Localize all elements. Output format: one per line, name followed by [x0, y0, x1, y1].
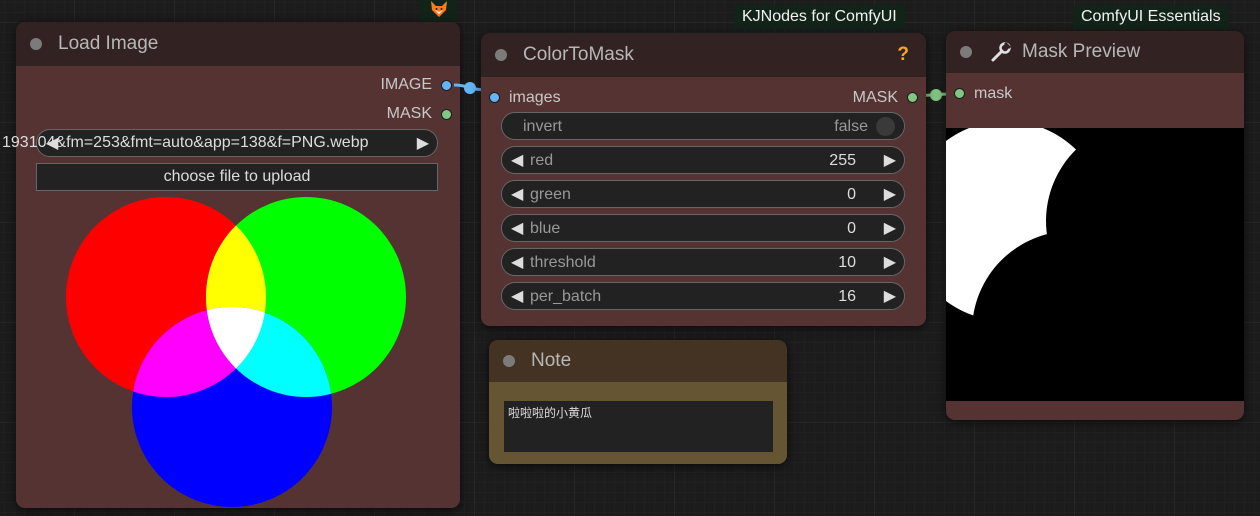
- color-to-mask-title: ColorToMask: [523, 44, 634, 65]
- green-value: 0: [847, 186, 856, 203]
- image-file-value: 193104&fm=253&fmt=auto&app=138&f=PNG.web…: [2, 134, 369, 151]
- wrench-icon: [991, 41, 1012, 62]
- decrement-arrow-icon[interactable]: ◀: [511, 286, 523, 306]
- green-label: green: [530, 186, 571, 203]
- collapse-dot-icon[interactable]: [495, 49, 507, 61]
- collapse-dot-icon[interactable]: [30, 38, 42, 50]
- green-widget[interactable]: ◀ green 0 ▶: [501, 180, 905, 208]
- mask-output-slot[interactable]: [441, 109, 452, 120]
- decrement-arrow-icon[interactable]: ◀: [511, 218, 523, 238]
- fox-icon-badge: [420, 0, 458, 21]
- mask-output-label: MASK: [386, 105, 432, 122]
- blue-value: 0: [847, 220, 856, 237]
- images-input-slot[interactable]: [489, 92, 500, 103]
- images-input-label: images: [509, 89, 561, 106]
- increment-arrow-icon[interactable]: ▶: [884, 218, 896, 238]
- mask-preview-title-bar[interactable]: Mask Preview: [946, 31, 1244, 73]
- essentials-badge: ComfyUI Essentials: [1073, 5, 1229, 29]
- per-batch-value: 16: [838, 288, 856, 305]
- color-to-mask-title-bar[interactable]: ColorToMask ?: [481, 33, 926, 77]
- next-file-arrow-icon[interactable]: ▶: [417, 133, 429, 153]
- mask-preview-node[interactable]: Mask Preview mask: [946, 31, 1244, 420]
- fox-icon: [431, 1, 447, 17]
- collapse-dot-icon[interactable]: [960, 46, 972, 58]
- mask-input-label: mask: [974, 85, 1013, 102]
- invert-value: false: [834, 118, 868, 135]
- mask-output-label: MASK: [852, 89, 898, 106]
- note-title-bar[interactable]: Note: [489, 340, 787, 382]
- threshold-widget[interactable]: ◀ threshold 10 ▶: [501, 248, 905, 276]
- image-output-label: IMAGE: [380, 76, 432, 93]
- increment-arrow-icon[interactable]: ▶: [884, 252, 896, 272]
- mask-preview-image: [946, 128, 1244, 401]
- red-widget[interactable]: ◀ red 255 ▶: [501, 146, 905, 174]
- blue-label: blue: [530, 220, 561, 237]
- decrement-arrow-icon[interactable]: ◀: [511, 150, 523, 170]
- load-image-node[interactable]: Load Image IMAGE MASK ◀ ▶ 193104&fm=253&…: [2, 22, 460, 508]
- invert-label: invert: [523, 118, 563, 135]
- choose-file-button[interactable]: choose file to upload: [36, 163, 438, 191]
- load-image-title: Load Image: [58, 33, 159, 54]
- mask-output-slot[interactable]: [907, 92, 918, 103]
- help-icon[interactable]: ?: [897, 44, 909, 66]
- threshold-label: threshold: [530, 254, 596, 271]
- per-batch-widget[interactable]: ◀ per_batch 16 ▶: [501, 282, 905, 310]
- mask-input-slot[interactable]: [954, 88, 965, 99]
- increment-arrow-icon[interactable]: ▶: [884, 286, 896, 306]
- load-image-title-bar[interactable]: Load Image: [16, 22, 460, 66]
- image-preview: [66, 197, 406, 507]
- red-label: red: [530, 152, 554, 169]
- decrement-arrow-icon[interactable]: ◀: [511, 184, 523, 204]
- per-batch-label: per_batch: [530, 288, 602, 305]
- note-textarea[interactable]: 啦啦啦的小黄瓜: [504, 401, 773, 452]
- note-title: Note: [531, 350, 572, 371]
- increment-arrow-icon[interactable]: ▶: [884, 184, 896, 204]
- threshold-value: 10: [838, 254, 856, 271]
- toggle-knob-icon[interactable]: [876, 117, 895, 136]
- invert-toggle[interactable]: invert false: [501, 112, 905, 140]
- kjnodes-badge: KJNodes for ComfyUI: [734, 5, 905, 29]
- decrement-arrow-icon[interactable]: ◀: [511, 252, 523, 272]
- increment-arrow-icon[interactable]: ▶: [884, 150, 896, 170]
- red-value: 255: [829, 152, 856, 169]
- color-to-mask-node[interactable]: ColorToMask ? images MASK invert false ◀…: [481, 33, 926, 326]
- image-output-slot[interactable]: [441, 80, 452, 91]
- collapse-dot-icon[interactable]: [503, 355, 515, 367]
- mask-preview-title: Mask Preview: [1022, 41, 1141, 62]
- blue-widget[interactable]: ◀ blue 0 ▶: [501, 214, 905, 242]
- note-node[interactable]: Note 啦啦啦的小黄瓜: [489, 340, 787, 464]
